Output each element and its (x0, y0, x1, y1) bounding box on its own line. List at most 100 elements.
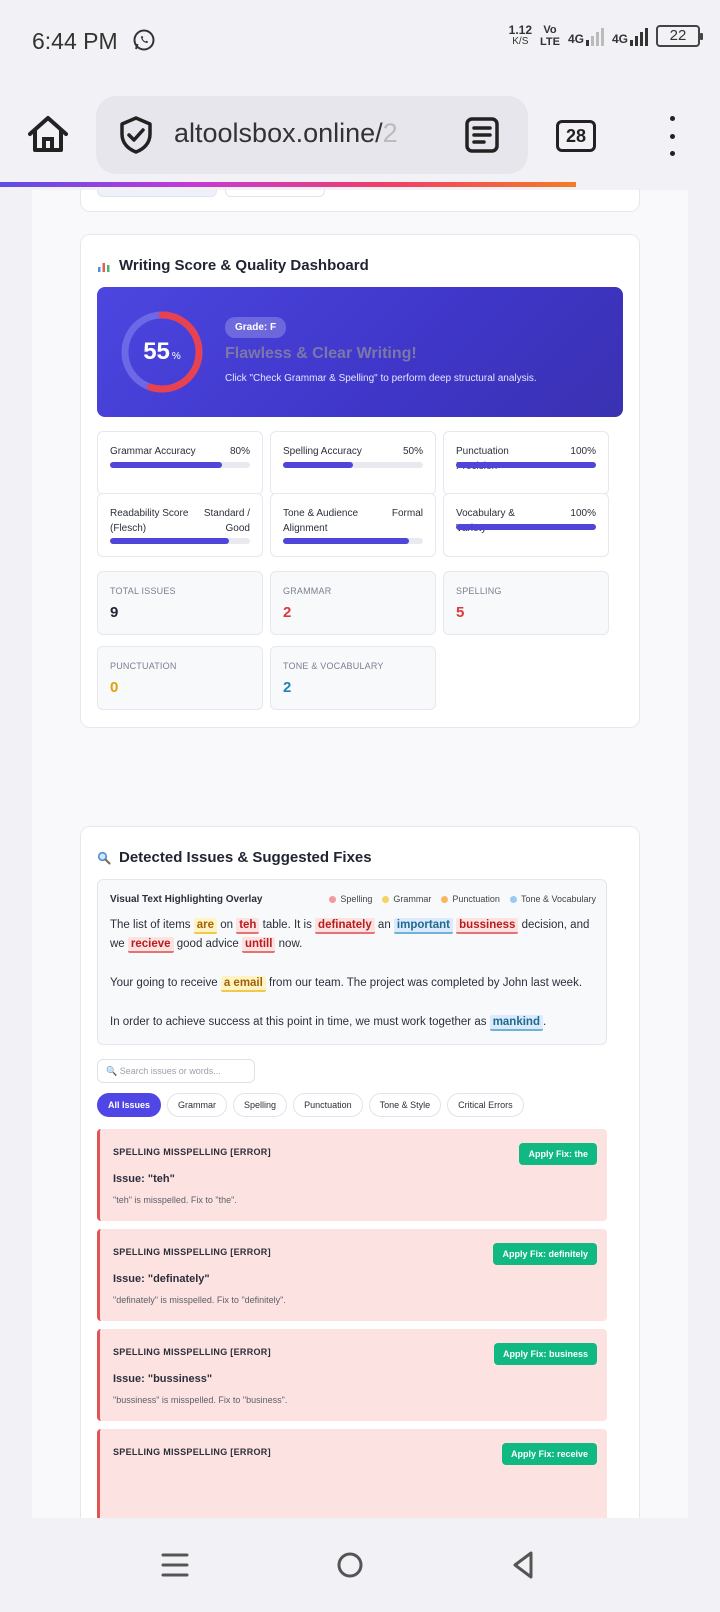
filter-chip[interactable]: Critical Errors (447, 1093, 524, 1117)
paragraph: Your going to receive a email from our t… (110, 974, 600, 993)
legend-dot (441, 895, 449, 903)
stat-label: PUNCTUATION (110, 661, 177, 671)
stat-label: GRAMMAR (283, 586, 332, 596)
metric-progress-fill (110, 462, 222, 468)
highlight-spelling[interactable]: untill (241, 937, 276, 953)
metric-progress-track (283, 462, 423, 468)
whatsapp-icon (133, 29, 155, 51)
metric-label: Spelling Accuracy (283, 446, 362, 457)
highlight-grammar[interactable]: are (193, 918, 217, 934)
issues-card: Detected Issues & Suggested Fixes Visual… (80, 826, 640, 1518)
more-menu-icon[interactable] (662, 116, 682, 156)
filter-chip[interactable]: Spelling (233, 1093, 288, 1117)
battery-icon: 22 (656, 25, 703, 47)
issue-search-input[interactable]: 🔍 Search issues or words... (97, 1059, 255, 1083)
apply-fix-button[interactable]: Apply Fix: definitely (493, 1243, 597, 1265)
url-text[interactable]: altoolsbox.online/2 (174, 118, 414, 149)
network-speed: 1.12 K/S (508, 23, 532, 47)
metric-progress-fill (283, 462, 353, 468)
legend-dot (509, 895, 517, 903)
apply-fix-button[interactable]: Apply Fix: receive (501, 1443, 597, 1465)
overlay-title: Visual Text Highlighting Overlay (110, 894, 263, 905)
issue-card: SPELLING MISSPELLING [ERROR] Issue: "defi… (97, 1229, 607, 1321)
stat-value: 2 (283, 604, 292, 621)
issue-type: SPELLING MISSPELLING [ERROR] (113, 1147, 271, 1157)
grade-badge: Grade: F (225, 317, 287, 338)
issue-type: SPELLING MISSPELLING [ERROR] (113, 1447, 271, 1457)
issue-title: Issue: "definately" (113, 1273, 210, 1285)
metric-progress-track (110, 462, 250, 468)
legend-item: Spelling (329, 894, 372, 904)
stat-tile: TONE & VOCABULARY 2 (270, 646, 436, 710)
issue-card: SPELLING MISSPELLING [ERROR] Apply Fix: r… (97, 1429, 607, 1518)
apply-fix-button[interactable]: Apply Fix: the (519, 1143, 597, 1165)
tab-count-button[interactable]: 28 (556, 120, 596, 152)
status-bar: 6:44 PM 1.12 K/S Vo LTE 4G 4G 22 (0, 0, 720, 82)
browser-toolbar: altoolsbox.online/2 28 (0, 82, 720, 187)
issue-description: "bussiness" is misspelled. Fix to "busin… (113, 1395, 288, 1405)
highlight-spelling[interactable]: definately (315, 918, 375, 934)
bar-chart-icon (98, 262, 110, 272)
issue-type: SPELLING MISSPELLING [ERROR] (113, 1347, 271, 1357)
score-headline: Flawless & Clear Writing! (225, 345, 417, 362)
filter-chip[interactable]: Punctuation (293, 1093, 363, 1117)
issue-title: Issue: "teh" (113, 1173, 175, 1185)
filter-chip[interactable]: All Issues (97, 1093, 162, 1117)
metric-label: Readability Score (Flesch) (110, 508, 189, 534)
stat-value: 9 (110, 604, 119, 621)
signal-sim2-icon: 4G (612, 26, 648, 46)
legend-item: Tone & Vocabulary (509, 894, 596, 904)
metric-progress-fill (110, 538, 229, 544)
metric-value: 80% (229, 446, 250, 457)
home-icon[interactable] (26, 112, 70, 156)
recent-apps-icon[interactable] (158, 1548, 192, 1582)
filter-chip[interactable]: Grammar (167, 1093, 228, 1117)
metric-progress-fill (283, 538, 409, 544)
previous-card (80, 190, 640, 212)
back-nav-icon[interactable] (506, 1548, 540, 1582)
highlight-grammar[interactable]: a email (220, 976, 266, 992)
metric-progress-track (456, 524, 596, 530)
page-load-progress (0, 182, 576, 187)
metric-value: 100% (570, 446, 596, 457)
issue-card: SPELLING MISSPELLING [ERROR] Issue: "buss… (97, 1329, 607, 1421)
stat-tile: GRAMMAR 2 (270, 571, 436, 635)
metric-value: 100% (570, 508, 596, 519)
writing-score-dashboard: Writing Score & Quality Dashboard 55% Gr… (80, 234, 640, 728)
metric-progress-fill (456, 524, 596, 530)
metric-value: Standard / Good (203, 508, 250, 534)
issue-description: "definately" is misspelled. Fix to "defi… (113, 1295, 286, 1305)
address-bar[interactable]: altoolsbox.online/2 (96, 96, 528, 174)
highlight-tone[interactable]: mankind (489, 1015, 543, 1031)
stat-label: TOTAL ISSUES (110, 586, 176, 596)
legend-dot (382, 895, 390, 903)
paragraph: In order to achieve success at this poin… (110, 1013, 600, 1032)
stat-value: 2 (283, 679, 292, 696)
home-nav-icon[interactable] (333, 1548, 367, 1582)
issue-type: SPELLING MISSPELLING [ERROR] (113, 1247, 271, 1257)
metric-tile: Grammar Accuracy 80% (97, 431, 263, 495)
highlight-tone[interactable]: important (393, 918, 453, 934)
highlight-spelling[interactable]: teh (236, 918, 260, 934)
metric-label: Punctuation Precision (456, 446, 509, 472)
metric-progress-fill (456, 462, 596, 468)
shield-icon[interactable] (116, 115, 156, 155)
score-subtitle: Click "Check Grammar & Spelling" to perf… (225, 373, 537, 384)
highlight-spelling[interactable]: bussiness (456, 918, 519, 934)
filter-chip[interactable]: Tone & Style (368, 1093, 442, 1117)
stat-label: SPELLING (456, 586, 502, 596)
metric-label: Vocabulary & Variety (456, 508, 515, 534)
apply-fix-button[interactable]: Apply Fix: business (493, 1343, 597, 1365)
highlight-spelling[interactable]: recieve (127, 937, 174, 953)
legend-item: Punctuation (441, 894, 500, 904)
signal-sim1-icon: 4G (568, 26, 604, 46)
metric-tile: Punctuation Precision 100% (443, 431, 609, 495)
score-hero: 55% Grade: F Flawless & Clear Writing! C… (97, 287, 623, 417)
metric-label: Grammar Accuracy (110, 446, 196, 457)
score-value: 55% (143, 338, 181, 365)
reader-mode-icon[interactable] (464, 116, 500, 154)
stat-value: 5 (456, 604, 465, 621)
metric-progress-track (283, 538, 423, 544)
metric-progress-track (456, 462, 596, 468)
issue-description: "teh" is misspelled. Fix to "the". (113, 1195, 237, 1205)
